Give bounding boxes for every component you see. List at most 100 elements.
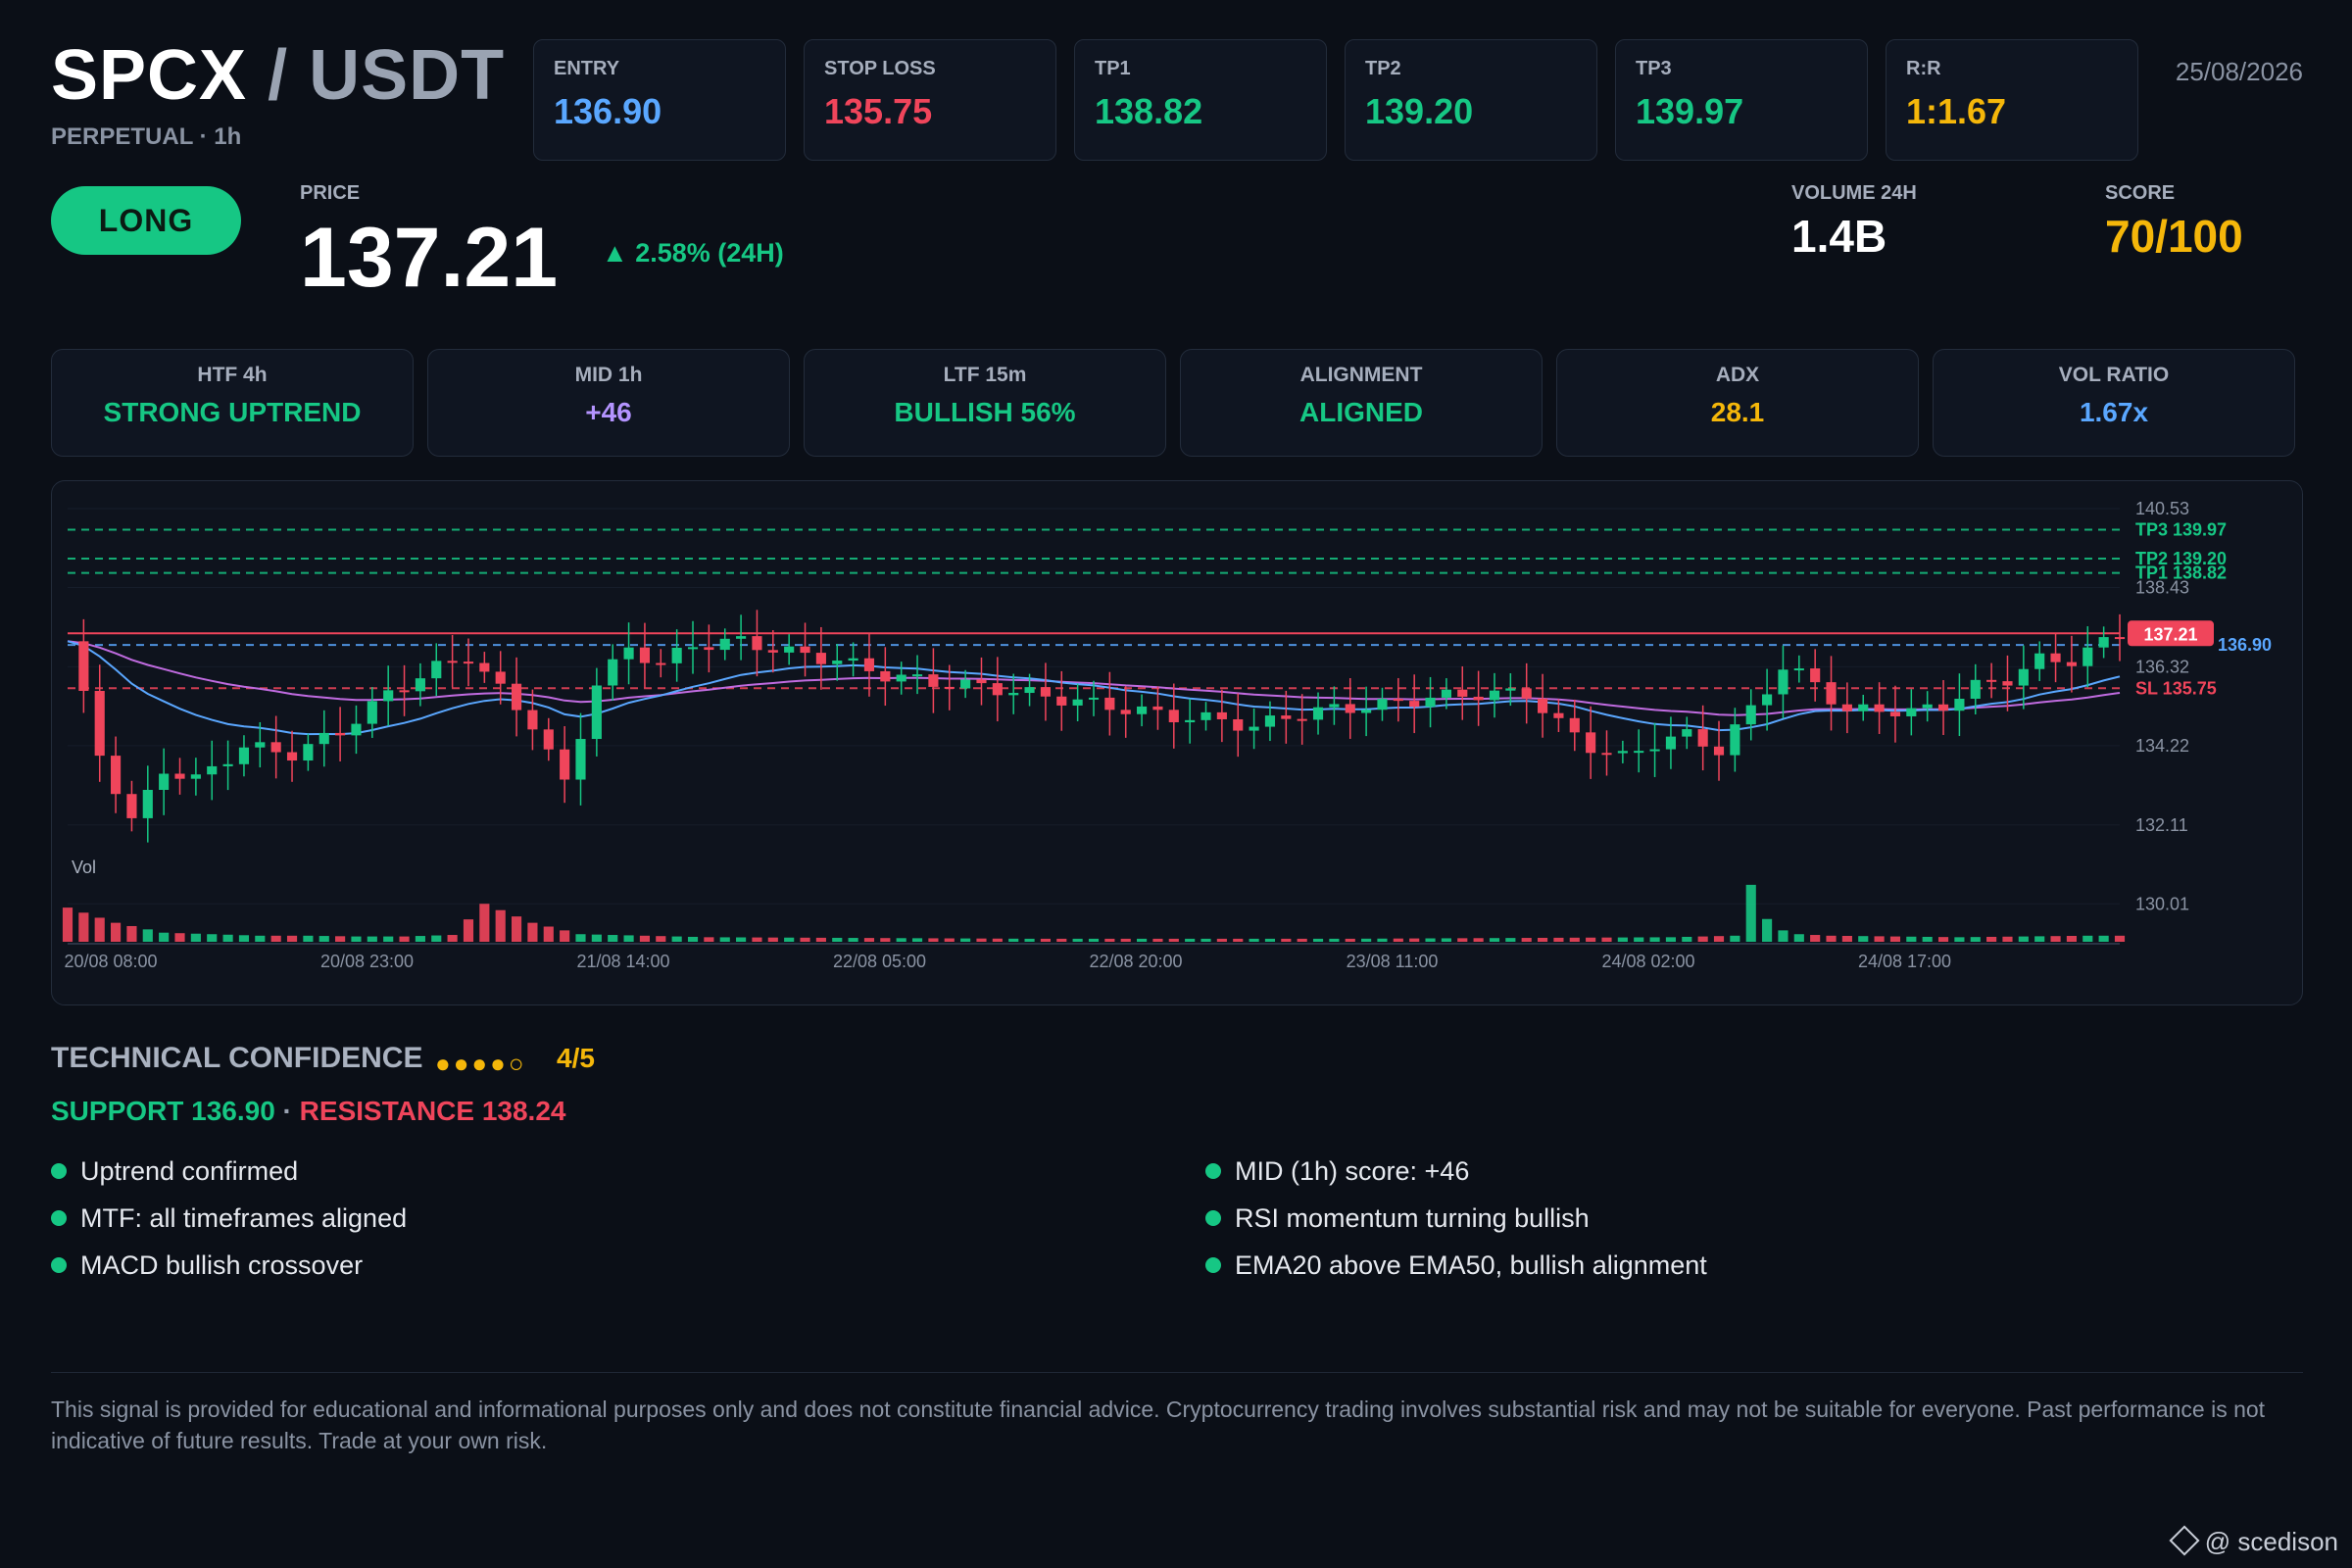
disclaimer-text: This signal is provided for educational …: [51, 1396, 2266, 1453]
volume-bar: [2082, 935, 2093, 942]
entry-label: ENTRY: [554, 58, 620, 79]
bullet-dot-icon: [51, 1162, 67, 1179]
volume-bar: [1778, 930, 1788, 942]
volume-bar: [511, 916, 522, 942]
candle-body: [736, 636, 747, 639]
candle-body: [2098, 637, 2109, 648]
candle-body: [1281, 715, 1292, 719]
volume-bar: [495, 909, 506, 942]
volume-bar: [1537, 937, 1548, 942]
volume-bar: [1569, 937, 1580, 942]
volume-bar: [1810, 935, 1821, 942]
candle-body: [863, 658, 875, 671]
volume-bar: [656, 936, 666, 942]
level-label: TP3 139.97: [2135, 519, 2227, 539]
volume-bar: [560, 930, 570, 942]
candle-body: [1249, 726, 1259, 731]
candle-body: [992, 683, 1003, 696]
candle-body: [463, 662, 474, 664]
candle-body: [2114, 637, 2126, 640]
volume-bar: [2050, 936, 2061, 942]
candle-body: [2082, 647, 2093, 666]
tp1-value: 138.82: [1095, 91, 1203, 131]
candle-body: [1778, 669, 1788, 695]
candle-body: [1858, 704, 1869, 711]
candle-body: [1649, 749, 1660, 752]
candle-body: [575, 739, 586, 780]
volume-bar: [255, 935, 266, 942]
card-htf: HTF 4h STRONG UPTREND: [51, 349, 414, 457]
candle-body: [1889, 711, 1901, 716]
volume-bar: [2114, 935, 2126, 942]
volume-bar: [318, 936, 329, 942]
volume-bar: [1889, 936, 1901, 942]
candle-body: [1970, 679, 1981, 699]
volume-bar: [1441, 938, 1451, 942]
volume-bar: [1264, 938, 1276, 942]
volume-bar: [1425, 938, 1436, 942]
candle-body: [126, 794, 137, 818]
contract-subtitle: PERPETUAL · 1h: [51, 123, 242, 150]
volume-bar: [174, 933, 185, 942]
candle-body: [1521, 688, 1532, 699]
volume-bar: [1377, 938, 1388, 942]
level-label: TP1 138.82: [2135, 564, 2227, 583]
candle-body: [767, 650, 778, 653]
candle-body: [142, 789, 153, 818]
candle-body: [527, 710, 538, 730]
diamond-logo-icon: [2169, 1525, 2200, 1556]
price-label: PRICE: [300, 182, 361, 204]
y-tick-label: 132.11: [2135, 815, 2188, 835]
volume-bar: [415, 936, 425, 942]
candle-body: [1409, 701, 1420, 708]
candle-body: [367, 701, 377, 724]
candle-body: [1874, 704, 1885, 712]
card-ltf-value: BULLISH 56%: [894, 397, 1076, 427]
price-chart[interactable]: 140.53 138.43 136.32 134.22 132.11 130.01 TP3 …: [51, 480, 2303, 1005]
volume-bar: [591, 934, 602, 942]
y-tick-label: 140.53: [2135, 499, 2189, 518]
volume-bar: [1970, 937, 1981, 942]
volume-bar: [270, 935, 281, 942]
chart-canvas: 140.53138.43136.32134.22132.11130.01TP3 …: [62, 499, 2272, 971]
candle-body: [1569, 717, 1580, 733]
volume-bar: [1457, 938, 1468, 942]
candle-body: [1024, 687, 1035, 694]
volume-bar: [1489, 938, 1500, 942]
bullet-dot-icon: [1205, 1162, 1221, 1179]
x-tick-label: 24/08 17:00: [1858, 952, 1951, 971]
volume-bar: [303, 935, 314, 942]
card-vol-ratio-label: VOL RATIO: [2058, 364, 2170, 386]
volume-bar: [2098, 935, 2109, 942]
volume-bar: [159, 932, 170, 942]
volume-bar: [1088, 938, 1100, 942]
candle-body: [543, 729, 554, 750]
candle-body: [207, 765, 218, 775]
candle-body: [174, 773, 185, 779]
y-tick-label: 136.32: [2135, 657, 2189, 676]
card-vol-ratio-value: 1.67x: [2079, 397, 2149, 427]
candle-body: [1441, 689, 1451, 698]
volume-bar: [1713, 936, 1725, 942]
candle-body: [1168, 710, 1179, 723]
candle-body: [2050, 653, 2061, 662]
volume-bar: [623, 935, 634, 942]
candle-body: [1104, 697, 1115, 710]
base-symbol: SPCX: [51, 36, 248, 115]
volume-bar: [399, 936, 410, 942]
volume-bar: [1553, 937, 1564, 942]
volume-bar: [911, 938, 923, 942]
candle-body: [1489, 690, 1500, 701]
candle-body: [1329, 704, 1340, 708]
resistance-level: RESISTANCE 138.24: [299, 1096, 566, 1126]
confidence-score: 4/5: [557, 1043, 595, 1073]
volume-bar: [1024, 938, 1035, 942]
x-tick-label: 23/08 11:00: [1347, 952, 1439, 971]
candle-body: [1665, 736, 1677, 750]
candle-body: [1793, 668, 1804, 671]
candle-body: [431, 661, 442, 679]
volume-bar: [447, 935, 458, 942]
candle-body: [111, 756, 122, 795]
candle-body: [1762, 694, 1773, 706]
candle-body: [1361, 710, 1372, 713]
